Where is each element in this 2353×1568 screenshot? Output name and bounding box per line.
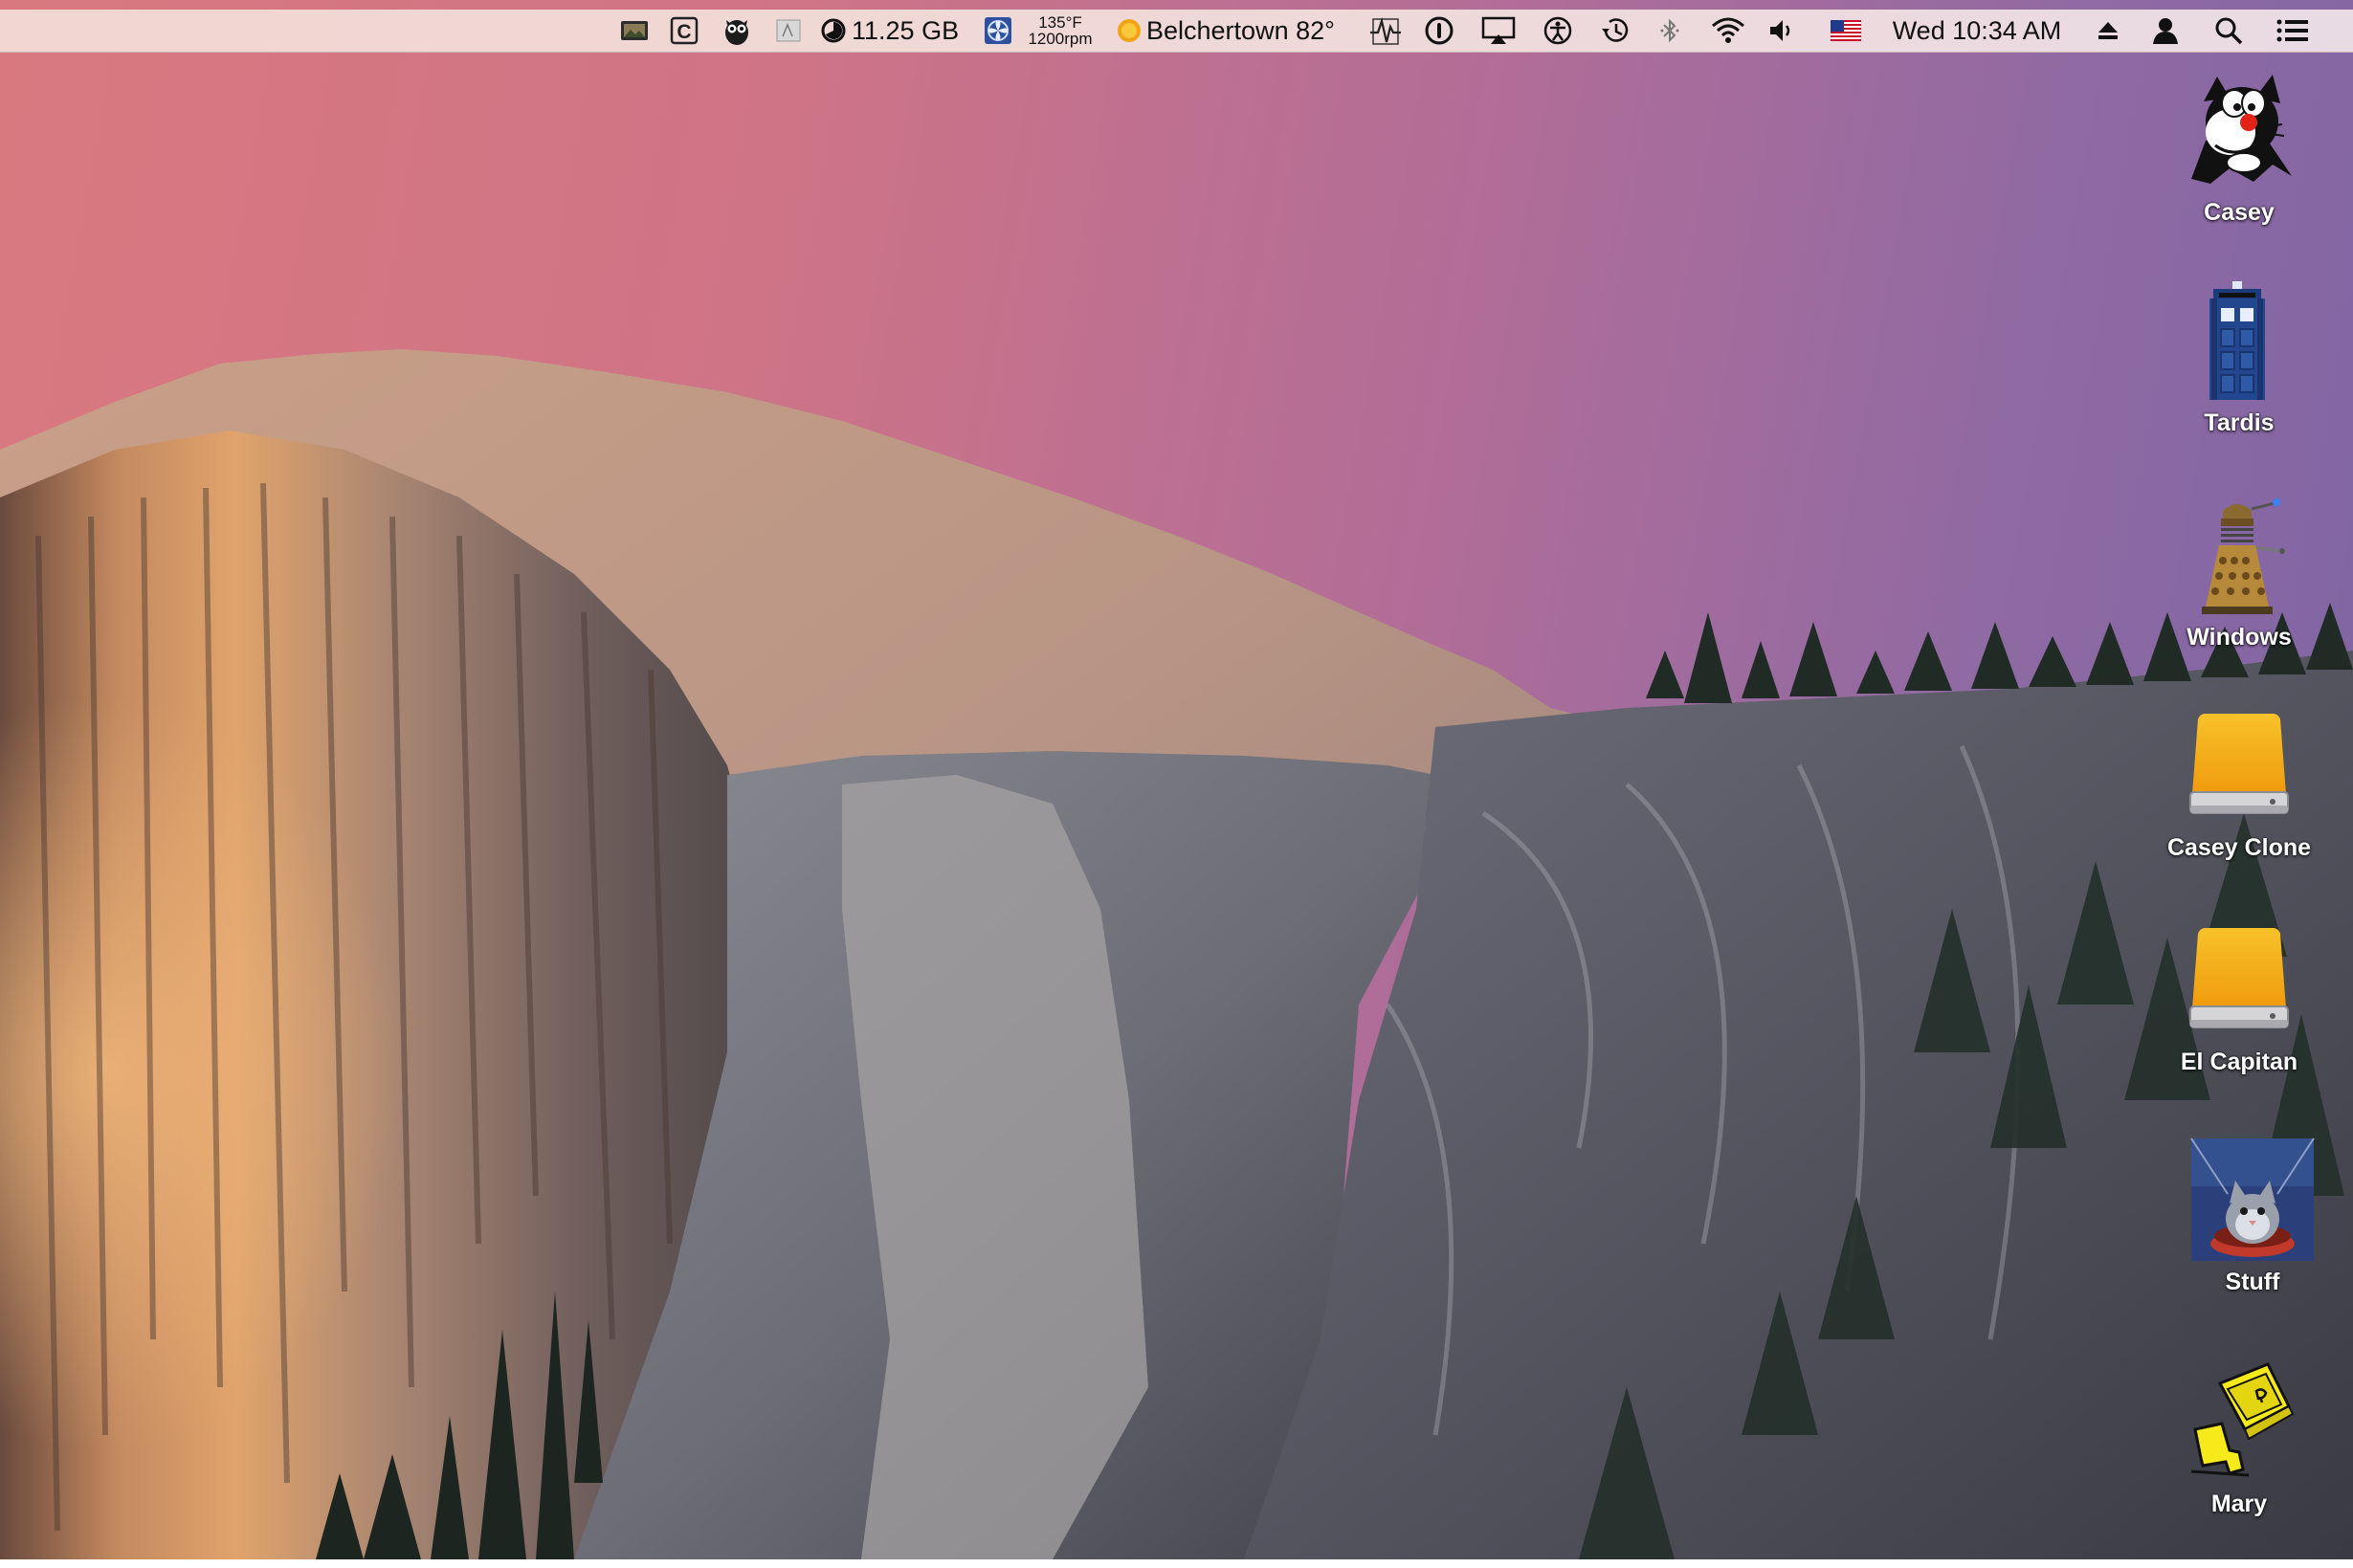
desktop-item-windows[interactable]: Windows: [2134, 494, 2344, 651]
temperature-readout: 135°F: [1038, 13, 1082, 32]
yellow-mac-icon: [2172, 1355, 2306, 1485]
password-icon[interactable]: [1422, 10, 1456, 52]
photo-icon[interactable]: [618, 10, 651, 52]
airplay-icon[interactable]: [1479, 10, 1518, 52]
sylvester-icon: [2177, 69, 2301, 193]
desktop-item-label: Tardis: [2204, 409, 2275, 436]
temp-fan-readout[interactable]: 135°F 1200rpm: [1018, 10, 1102, 52]
external-drive-icon: [2177, 710, 2301, 828]
time-machine-icon[interactable]: [1598, 10, 1632, 52]
desktop-item-casey-clone[interactable]: Casey Clone: [2134, 710, 2344, 862]
user-icon[interactable]: [2149, 10, 2182, 52]
weather-readout[interactable]: Belchertown 82°: [1146, 10, 1351, 52]
desktop-item-label: Mary: [2210, 1491, 2268, 1517]
svg-text:C: C: [677, 21, 691, 43]
desktop-item-mary[interactable]: Mary: [2134, 1355, 2344, 1518]
spotlight-icon[interactable]: [2212, 10, 2245, 52]
desktop-item-label: Casey: [2204, 199, 2275, 226]
disk-gauge-icon[interactable]: [819, 10, 848, 52]
desktop-item-tardis[interactable]: Tardis: [2134, 279, 2344, 437]
tardis-icon: [2177, 279, 2301, 404]
accessibility-icon[interactable]: [1541, 10, 1575, 52]
desktop-item-label: Casey Clone: [2166, 834, 2312, 861]
eject-icon[interactable]: [2094, 10, 2122, 52]
desktop-wallpaper[interactable]: [0, 0, 2353, 1559]
desktop-item-el-capitan[interactable]: El Capitan: [2134, 924, 2344, 1076]
menu-bar: C 11.25 GB 135°F 1200rpm Belchertown 82°: [0, 10, 2353, 53]
dalek-icon: [2177, 494, 2301, 618]
desktop-item-label: Stuff: [2225, 1269, 2280, 1295]
clock[interactable]: Wed 10:34 AM: [1883, 10, 2071, 52]
desktop-item-label: Windows: [2187, 624, 2292, 651]
desktop-item-label: El Capitan: [2180, 1049, 2298, 1075]
external-drive-icon: [2177, 924, 2301, 1043]
wifi-icon[interactable]: [1709, 10, 1747, 52]
volume-icon[interactable]: [1766, 10, 1797, 52]
desktop-item-stuff[interactable]: Stuff: [2147, 1137, 2353, 1296]
c-app-icon[interactable]: C: [668, 10, 700, 52]
tray-icon[interactable]: [773, 10, 804, 52]
disk-space-readout[interactable]: 11.25 GB: [852, 10, 968, 52]
cat-folder-icon: [2189, 1137, 2316, 1263]
notification-center-icon[interactable]: [2274, 10, 2312, 52]
bluetooth-icon[interactable]: [1655, 10, 1684, 52]
desktop-item-casey[interactable]: Casey: [2134, 69, 2344, 227]
fan-speed-readout: 1200rpm: [1028, 30, 1093, 48]
yosemite-half-dome-wallpaper: [0, 349, 2353, 1559]
weather-sun-icon[interactable]: [1114, 10, 1144, 52]
fan-icon[interactable]: [982, 10, 1014, 52]
owl-icon[interactable]: [720, 10, 754, 52]
us-flag-icon[interactable]: [1830, 10, 1862, 52]
activity-monitor-icon[interactable]: [1366, 10, 1405, 52]
